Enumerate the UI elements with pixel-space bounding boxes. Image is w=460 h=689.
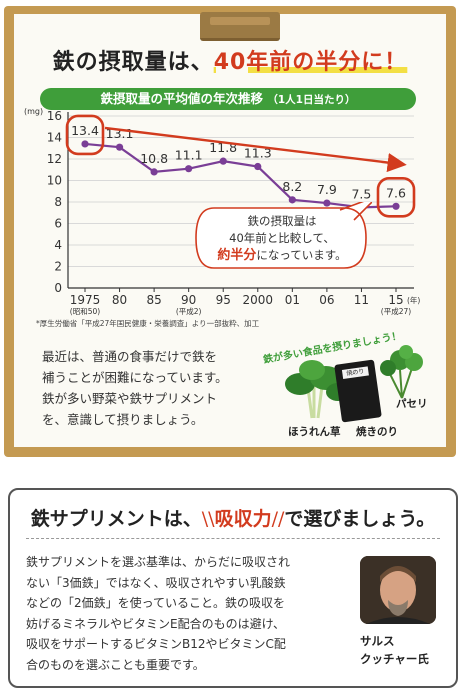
person-photo <box>360 556 436 624</box>
data-label: 7.9 <box>317 182 337 197</box>
data-point <box>392 202 400 210</box>
data-label: 11.1 <box>175 148 203 163</box>
panel-line: 吸収をサポートするビタミンB12やビタミンC配 <box>26 637 286 651</box>
food-label-nori: 焼きのり <box>356 426 398 438</box>
x-tick-label: 90 <box>181 293 196 307</box>
panel-title-a: 鉄サプリメントは、 <box>30 508 202 530</box>
panel-title-red: 吸収力 <box>214 508 272 530</box>
panel-divider <box>26 538 440 539</box>
panel-title-slash-right: // <box>271 508 285 530</box>
supplement-panel: 鉄サプリメントは、\\吸収力//で選びましょう。 鉄サプリメントを選ぶ基準は、か… <box>8 488 458 688</box>
series-line <box>84 142 397 209</box>
food-label-parsley: パセリ <box>396 398 428 410</box>
person-portrait <box>360 556 436 624</box>
panel-line: ない「3価鉄」ではなく、吸収されやすい乳酸鉄 <box>26 575 286 590</box>
x-tick-label: 1975 <box>70 293 101 307</box>
x-tick-label: 01 <box>285 293 300 307</box>
callout-line2: 40年前と比較して、 <box>229 231 335 245</box>
food-label-spinach: ほうれん草 <box>288 426 341 438</box>
y-tick-label: 12 <box>47 152 62 166</box>
x-tick-label: 95 <box>216 293 231 307</box>
x-tick-label: 06 <box>319 293 334 307</box>
data-point <box>150 168 158 176</box>
callout-bubble: 鉄の摂取量は 40年前と比較して、 約半分になっています。 <box>195 202 372 272</box>
panel-line: 鉄サプリメントを選ぶ基準は、からだに吸収され <box>26 555 291 569</box>
x-tick-sublabel: (平成2) <box>176 306 202 316</box>
panel-title-slash-left: \\ <box>201 508 215 530</box>
body-line: 補うことが困難になっています。 <box>42 370 228 385</box>
nori-illustration: 焼のり <box>334 359 382 423</box>
y-tick-label: 8 <box>54 195 62 209</box>
x-tick-sublabel: (昭和50) <box>70 307 100 316</box>
body-text: 最近は、普通の食事だけで鉄を 補うことが困難になっています。 鉄が多い野菜や鉄サ… <box>42 346 282 430</box>
data-label: 10.8 <box>140 151 168 166</box>
parsley-illustration <box>380 345 423 399</box>
iron-intake-chart: 0 2 4 6 8 10 12 14 16 (mg) 1975(昭和50) 80 85 90(平成2) 95… <box>24 107 420 316</box>
person-name-line2: クッチャー氏 <box>360 652 429 666</box>
y-tick-label: 4 <box>54 238 62 252</box>
x-tick-label: 80 <box>112 293 127 307</box>
x-tick-label: 15 <box>388 293 403 307</box>
y-tick-label: 16 <box>47 109 62 123</box>
y-tick-label: 6 <box>54 217 62 231</box>
y-tick-label: 14 <box>47 131 62 145</box>
data-label: 13.4 <box>71 123 99 138</box>
y-tick-label: 10 <box>47 174 62 188</box>
panel-line: 合のものを選ぶことも重要です。 <box>26 657 205 672</box>
body-line: を、意識して摂りましょう。 <box>42 412 204 427</box>
x-tick-label: 11 <box>354 293 369 307</box>
data-label: 7.6 <box>386 185 406 200</box>
panel-title-b: で選びましょう。 <box>284 508 436 530</box>
data-point <box>219 157 227 165</box>
x-axis-unit: (年) <box>407 295 420 305</box>
x-tick-label: 2000 <box>243 293 274 307</box>
y-tick-label: 0 <box>54 281 62 295</box>
panel-line: 妨げるミネラルやビタミンE配合のものは避け、 <box>26 616 285 631</box>
panel-line: などの「2価鉄」を使っていること。鉄の吸収を <box>26 596 286 610</box>
source-note: *厚生労働省「平成27年国民健康・栄養調査」より一部抜粋、加工 <box>36 319 260 328</box>
nori-package-label: 焼のり <box>341 366 369 379</box>
x-tick-sublabel: (平成27) <box>381 306 411 316</box>
data-point <box>254 162 262 171</box>
body-line: 最近は、普通の食事だけで鉄を <box>42 349 218 364</box>
person-name-line1: サルス <box>360 634 395 648</box>
y-axis-unit: (mg) <box>24 107 43 116</box>
data-point <box>185 165 193 173</box>
data-point <box>81 140 89 148</box>
data-label: 8.2 <box>282 179 302 194</box>
body-line: 鉄が多い野菜や鉄サプリメント <box>42 391 218 406</box>
callout-line3: になっています。 <box>256 248 347 262</box>
callout-line1: 鉄の摂取量は <box>247 214 317 228</box>
y-tick-label: 2 <box>54 260 62 274</box>
panel-text: 鉄サプリメントを選ぶ基準は、からだに吸収され ない「3価鉄」ではなく、吸収されや… <box>26 552 358 675</box>
x-tick-label: 85 <box>146 293 161 307</box>
data-label: 7.5 <box>351 186 371 201</box>
data-point <box>115 143 124 151</box>
callout-emphasis: 約半分 <box>217 248 257 263</box>
person-caption: サルス クッチャー氏 <box>360 632 429 668</box>
panel-title: 鉄サプリメントは、\\吸収力//で選びましょう。 <box>10 504 456 531</box>
